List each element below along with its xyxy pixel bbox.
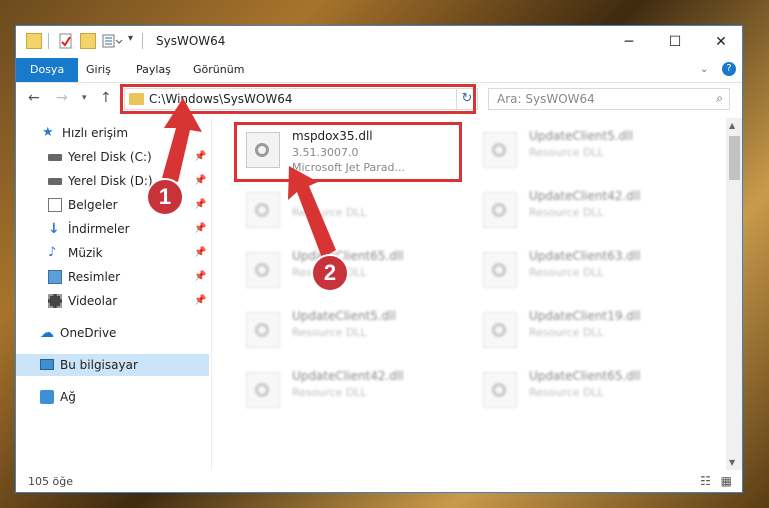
- arrow-1-icon: [162, 98, 202, 182]
- annotation-arrows: [162, 98, 336, 258]
- step-badge-2: 2: [311, 254, 349, 292]
- arrow-2-icon: [288, 166, 336, 258]
- step-badge-1: 1: [146, 178, 184, 216]
